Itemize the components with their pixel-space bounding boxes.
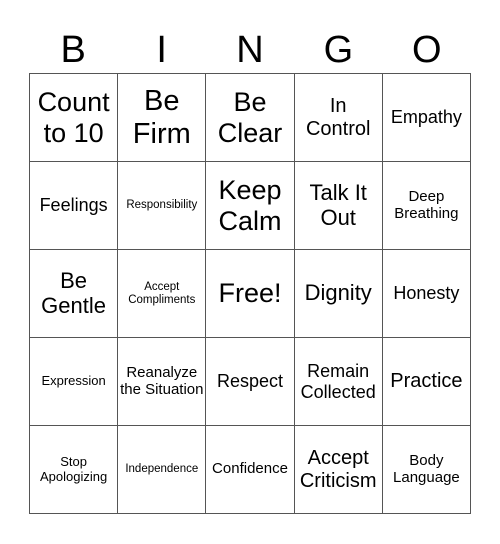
cell-text: Confidence: [212, 460, 288, 478]
cell-text: Body Language: [393, 451, 460, 486]
header-letter-b: B: [60, 29, 86, 71]
cell-text: Deep Breathing: [394, 187, 459, 222]
cell-text: Accept Compliments: [128, 280, 196, 306]
cell-text: Feelings: [39, 195, 108, 216]
cell-text: Remain Collected: [300, 361, 376, 402]
bingo-cell[interactable]: Body Language: [382, 426, 471, 514]
header-letter-g: G: [323, 29, 354, 71]
cell-text: Empathy: [390, 107, 462, 128]
cell-text: Dignity: [304, 280, 372, 306]
cell-text: Accept Criticism: [299, 447, 377, 492]
cell-text: Count to 10: [37, 87, 110, 148]
bingo-cell[interactable]: Reanalyze the Situation: [118, 338, 207, 426]
cell-text: Honesty: [393, 283, 460, 304]
bingo-cell[interactable]: Empathy: [382, 74, 471, 162]
cell-text: Practice: [390, 370, 463, 393]
bingo-cell[interactable]: Confidence: [206, 426, 295, 514]
bingo-cell[interactable]: Respect: [206, 338, 295, 426]
bingo-cell[interactable]: Practice: [382, 338, 471, 426]
header-letter-n: N: [236, 29, 264, 71]
bingo-cell[interactable]: Responsibility: [118, 162, 207, 250]
cell-text: Respect: [216, 371, 284, 392]
bingo-grid: Count to 10 Be Firm Be Clear In Control …: [29, 73, 471, 514]
cell-text: Be Clear: [217, 87, 283, 148]
bingo-cell[interactable]: Independence: [118, 426, 207, 514]
cell-text: Keep Calm: [218, 175, 282, 236]
cell-text: Reanalyze the Situation: [120, 363, 204, 398]
free-space-cell[interactable]: Free!: [206, 250, 295, 338]
bingo-cell[interactable]: Expression: [30, 338, 119, 426]
free-space-text: Free!: [218, 278, 282, 309]
cell-text: Responsibility: [126, 199, 198, 212]
bingo-cell[interactable]: Honesty: [382, 250, 471, 338]
bingo-cell[interactable]: Remain Collected: [294, 338, 383, 426]
cell-text: In Control: [305, 95, 371, 140]
cell-text: Be Firm: [132, 85, 191, 150]
bingo-cell[interactable]: Deep Breathing: [382, 162, 471, 250]
bingo-cell[interactable]: Feelings: [30, 162, 119, 250]
cell-text: Stop Apologizing: [39, 453, 108, 484]
cell-text: Independence: [125, 463, 199, 476]
bingo-cell[interactable]: Accept Compliments: [118, 250, 207, 338]
bingo-cell[interactable]: Dignity: [294, 250, 383, 338]
header-letter-o: O: [412, 29, 442, 71]
bingo-cell[interactable]: In Control: [294, 74, 383, 162]
cell-text: Expression: [41, 373, 106, 389]
bingo-header: B I N G O: [29, 28, 471, 72]
header-letter-i: I: [156, 29, 167, 71]
cell-text: Talk It Out: [309, 179, 367, 230]
cell-text: Be Gentle: [41, 267, 106, 318]
bingo-cell[interactable]: Count to 10: [30, 74, 119, 162]
bingo-cell[interactable]: Stop Apologizing: [30, 426, 119, 514]
bingo-cell[interactable]: Accept Criticism: [294, 426, 383, 514]
bingo-cell[interactable]: Be Firm: [118, 74, 207, 162]
bingo-cell[interactable]: Be Clear: [206, 74, 295, 162]
bingo-cell[interactable]: Be Gentle: [30, 250, 119, 338]
bingo-cell[interactable]: Talk It Out: [294, 162, 383, 250]
bingo-cell[interactable]: Keep Calm: [206, 162, 295, 250]
